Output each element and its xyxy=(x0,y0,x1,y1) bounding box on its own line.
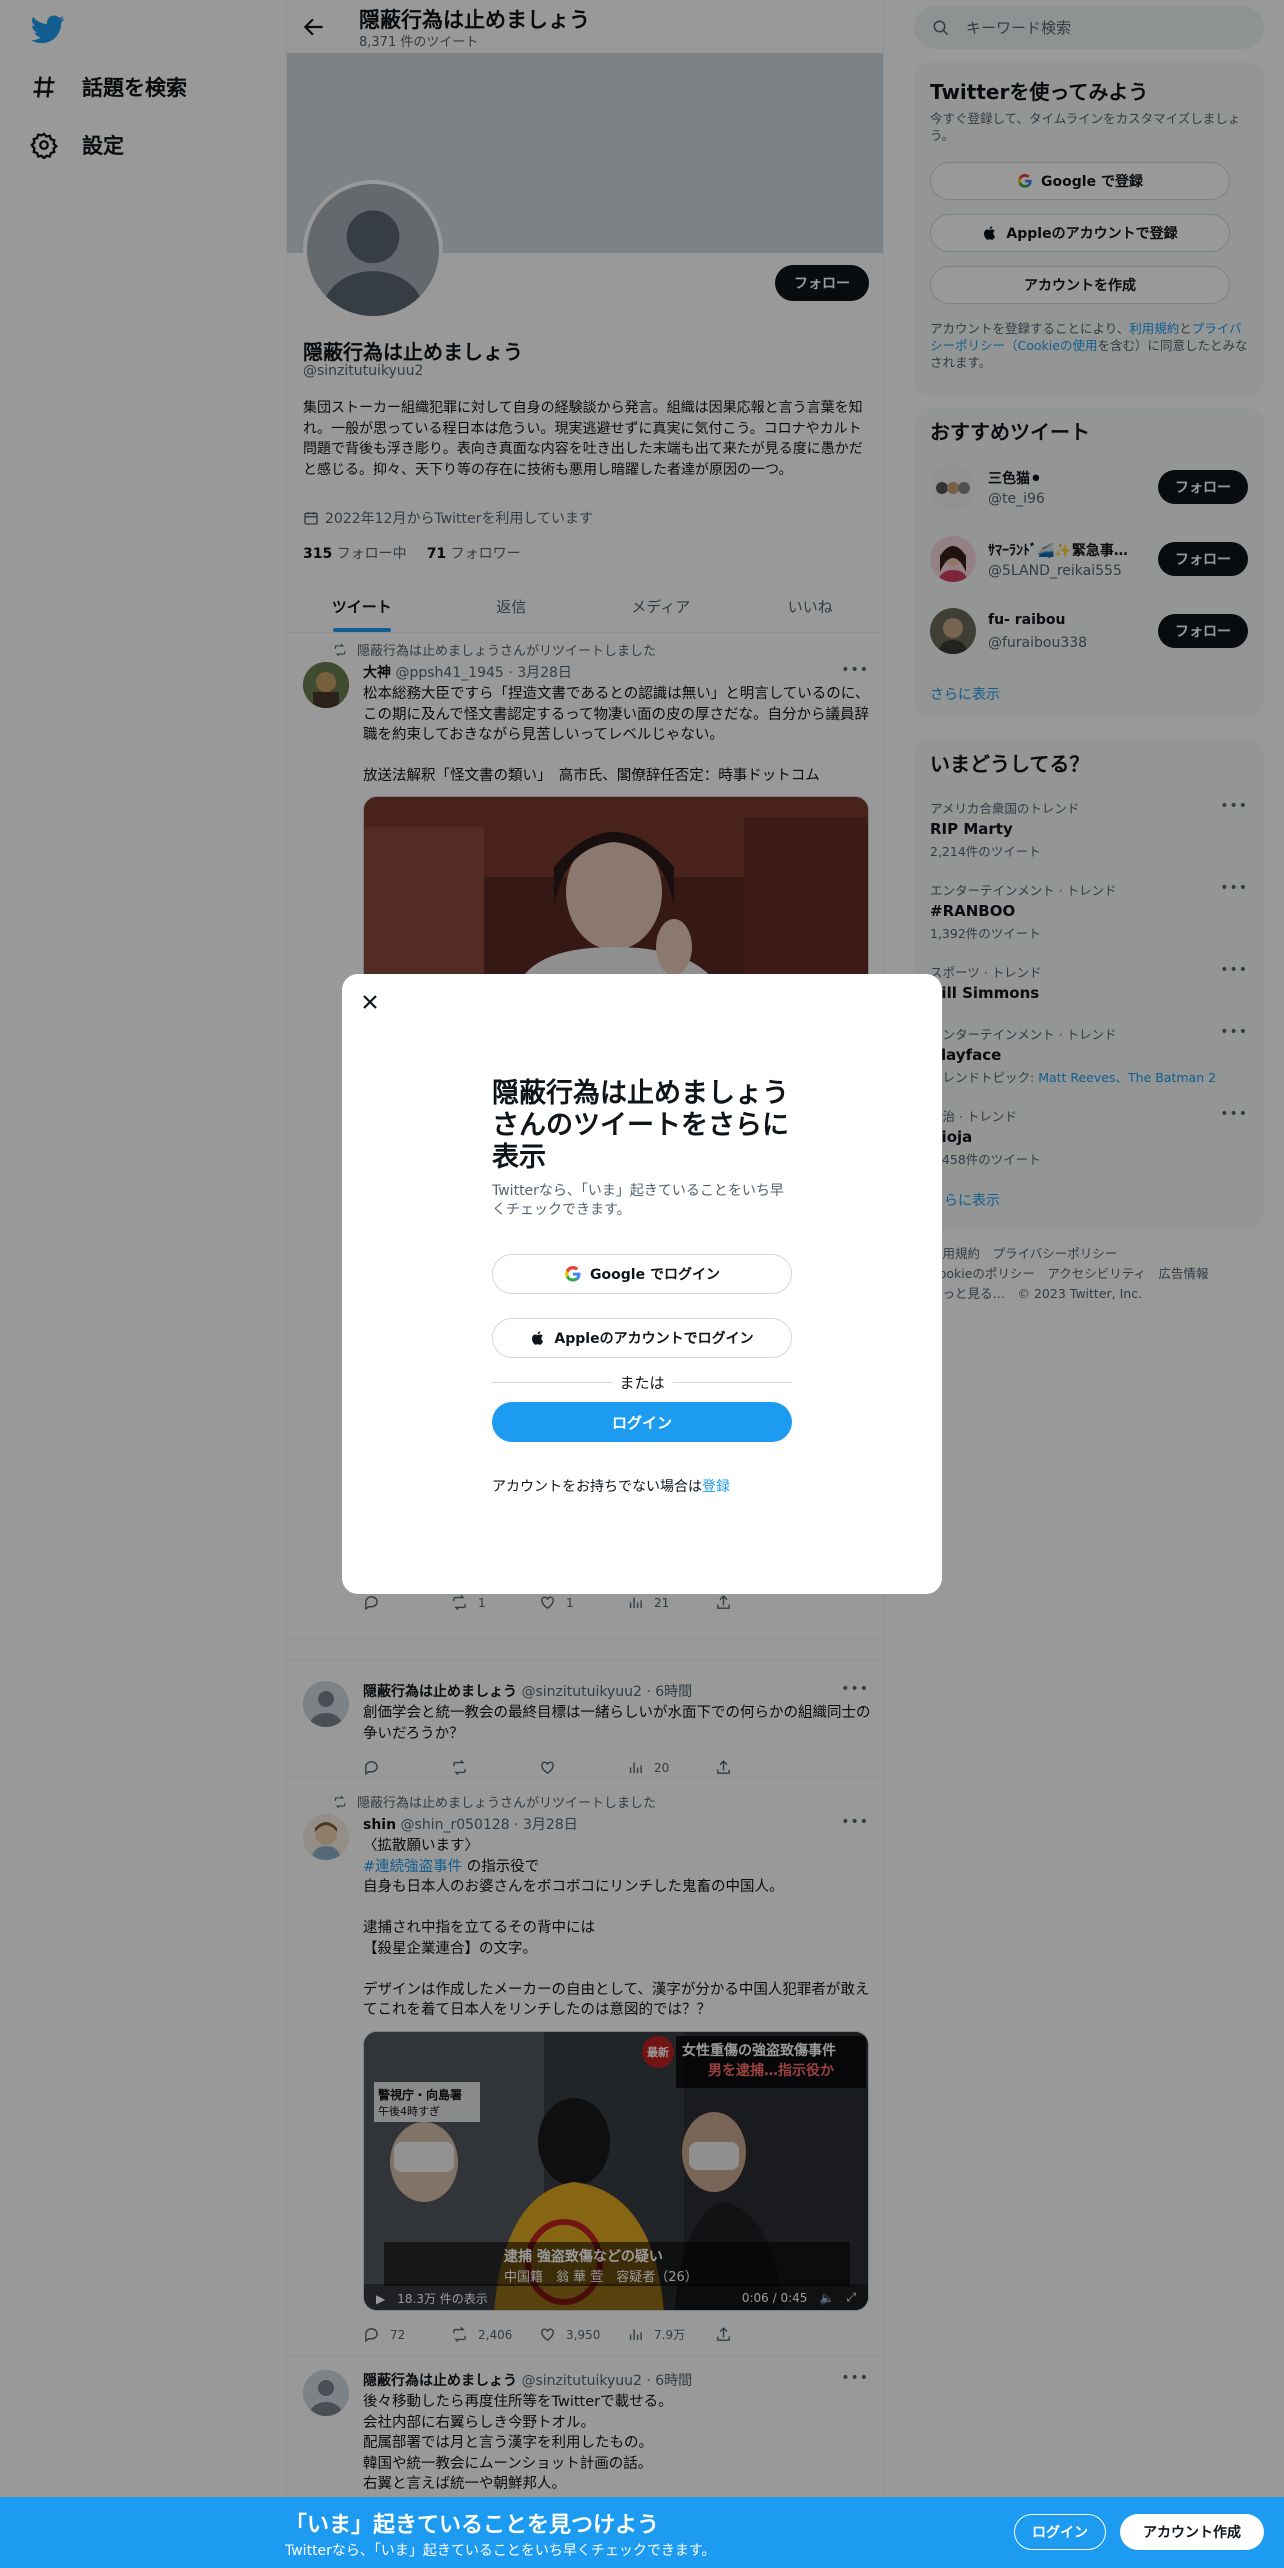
apple-login-button[interactable]: Appleのアカウントでログイン xyxy=(492,1318,792,1358)
apple-login-label: Appleのアカウントでログイン xyxy=(554,1331,754,1347)
apple-icon xyxy=(532,1331,544,1345)
no-account-text: アカウントをお持ちでない場合は xyxy=(492,1479,702,1495)
bottom-bar-headline: 「いま」起きていることを見つけよう xyxy=(285,2513,660,2538)
or-text: または xyxy=(619,1374,665,1392)
close-icon[interactable] xyxy=(358,990,382,1014)
bottom-bar-sub: Twitterなら、「いま」起きていることをいち早くチェックできます。 xyxy=(285,2543,716,2559)
signup-prompt: アカウントをお持ちでない場合は登録 xyxy=(492,1476,730,1496)
google-login-label: Google でログイン xyxy=(590,1267,720,1283)
bottom-signup-button[interactable]: アカウント作成 xyxy=(1120,2514,1264,2550)
login-modal: 隠蔽行為は止めましょうさんのツイートをさらに表示 Twitterなら、「いま」起… xyxy=(342,974,942,1594)
bottom-signup-bar: 「いま」起きていることを見つけよう Twitterなら、「いま」起きていることを… xyxy=(0,2497,1284,2568)
modal-title: 隠蔽行為は止めましょうさんのツイートをさらに表示 xyxy=(492,1078,789,1173)
modal-subtitle: Twitterなら、「いま」起きていることをいち早くチェックできます。 xyxy=(492,1183,784,1218)
google-login-button[interactable]: Google でログイン xyxy=(492,1254,792,1294)
bottom-login-button[interactable]: ログイン xyxy=(1014,2514,1106,2550)
google-icon xyxy=(565,1265,581,1282)
login-button[interactable]: ログイン xyxy=(492,1402,792,1442)
signup-link[interactable]: 登録 xyxy=(702,1479,730,1495)
or-divider: または xyxy=(492,1372,793,1393)
